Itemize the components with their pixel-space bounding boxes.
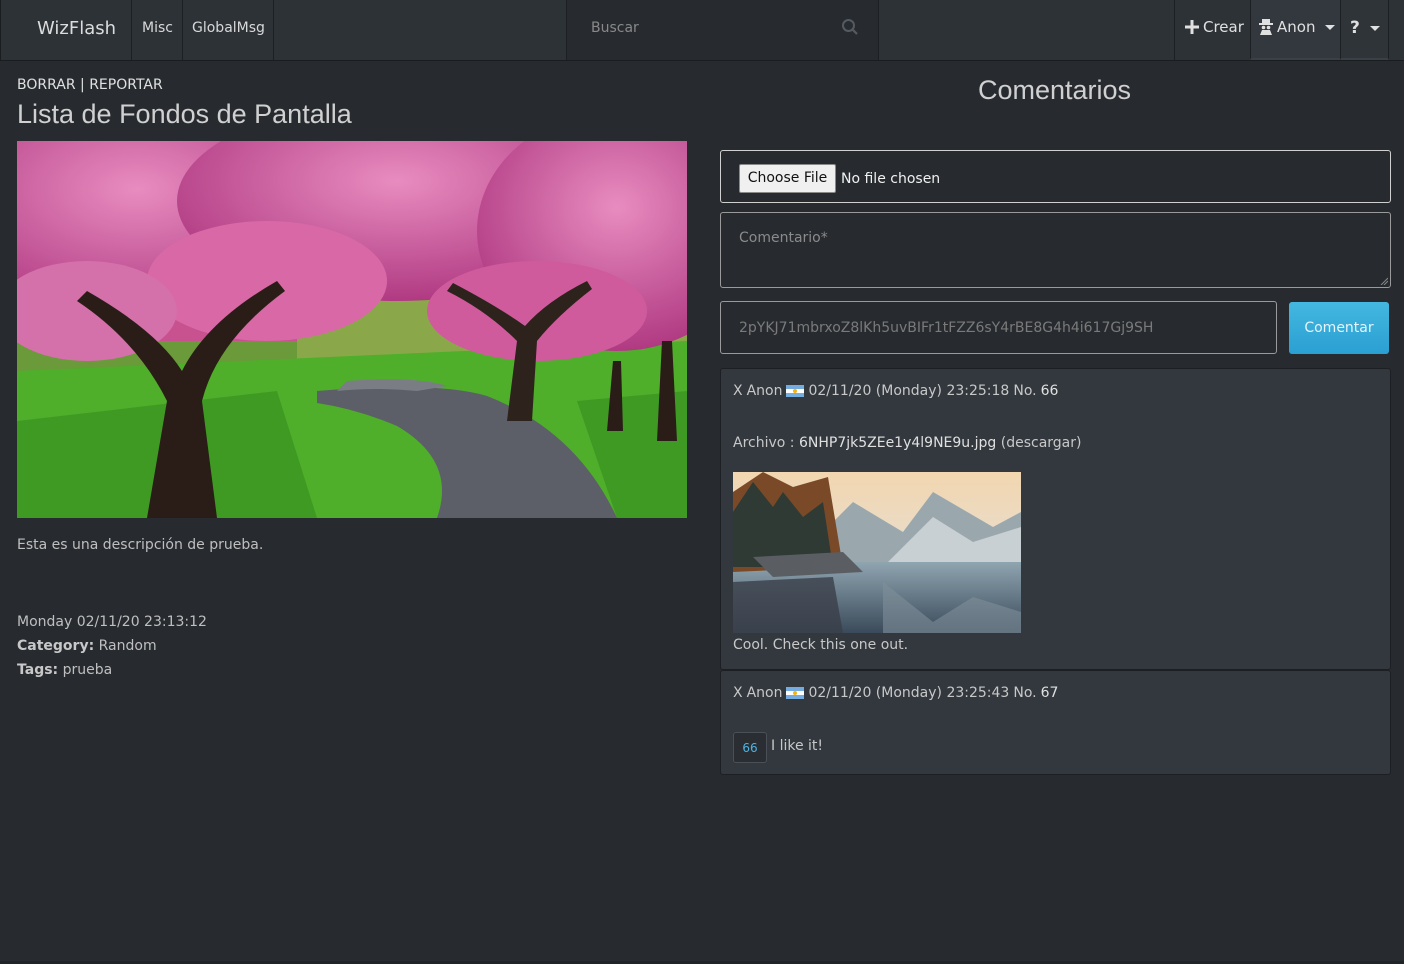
nav-link-misc[interactable]: Misc [142, 20, 173, 36]
cherry-blossom-image [17, 141, 687, 518]
delete-link[interactable]: BORRAR [17, 77, 76, 93]
file-status-label: No file chosen [841, 171, 941, 187]
comment-card: X Anon 02/11/20 (Monday) 23:25:43 No. 67… [720, 670, 1391, 775]
comment-placeholder: Comentario* [739, 230, 828, 246]
comment-datetime: 02/11/20 (Monday) 23:25:43 [808, 685, 1010, 701]
choose-file-button[interactable]: Choose File [739, 164, 836, 193]
nav-divider [182, 0, 183, 60]
download-link[interactable]: (descargar) [1001, 435, 1082, 451]
archivo-label: Archivo : [733, 435, 795, 451]
nav-divider [131, 0, 132, 60]
chevron-down-icon [1325, 24, 1336, 30]
tags-label: Tags: [17, 662, 59, 678]
category-value[interactable]: Random [99, 638, 157, 654]
comment-no-label: No. [1013, 685, 1037, 701]
brand-logo[interactable]: WizFlash [37, 18, 116, 39]
resize-handle-icon[interactable] [1380, 277, 1388, 285]
post-image[interactable] [17, 141, 687, 518]
comment-textarea[interactable]: Comentario* [720, 212, 1391, 288]
post-tags: Tags: prueba [17, 662, 112, 678]
comment-card: X Anon 02/11/20 (Monday) 23:25:18 No. 66… [720, 368, 1391, 670]
post-category: Category: Random [17, 638, 157, 654]
post-date: Monday 02/11/20 23:13:12 [17, 614, 207, 630]
reply-reference-link[interactable]: 66 [733, 732, 767, 763]
crear-label: Crear [1203, 18, 1244, 36]
comment-author: Anon [746, 685, 783, 701]
user-label: Anon [1277, 18, 1316, 36]
tag-value[interactable]: prueba [63, 662, 113, 678]
comment-header: X Anon 02/11/20 (Monday) 23:25:18 No. 66 [733, 383, 1058, 399]
nav-divider [273, 0, 274, 60]
attachment-thumbnail[interactable] [733, 472, 1021, 633]
argentina-flag-icon [786, 687, 805, 699]
search-bar[interactable]: Buscar [566, 0, 879, 60]
comments-title: Comentarios [978, 75, 1132, 105]
comment-author: Anon [746, 383, 783, 399]
mountain-lake-image [733, 472, 1021, 633]
comment-number[interactable]: 67 [1041, 685, 1059, 701]
token-value: 2pYKJ71mbrxoZ8lKh5uvBIFr1tFZZ6sY4rBE8G4h… [739, 320, 1154, 336]
comment-text: Cool. Check this one out. [733, 637, 909, 653]
post-title: Lista de Fondos de Pantalla [17, 99, 352, 129]
hide-comment-button[interactable]: X [733, 383, 743, 399]
file-upload-field: Choose File No file chosen [720, 150, 1391, 203]
report-link[interactable]: REPORTAR [89, 77, 163, 93]
category-label: Category: [17, 638, 95, 654]
argentina-flag-icon [786, 385, 805, 397]
top-navbar: WizFlash Misc GlobalMsg Buscar Crear Ano… [0, 0, 1404, 61]
nav-link-globalmsg[interactable]: GlobalMsg [192, 20, 265, 36]
comment-attachment: Archivo : 6NHP7jk5ZEe1y4l9NE9u.jpg (desc… [733, 435, 1081, 451]
chevron-down-icon [1369, 25, 1380, 31]
post-description: Esta es una descripción de prueba. [17, 537, 264, 553]
comment-datetime: 02/11/20 (Monday) 23:25:18 [808, 383, 1010, 399]
question-icon: ? [1350, 18, 1360, 38]
search-icon[interactable] [841, 18, 859, 36]
hide-comment-button[interactable]: X [733, 685, 743, 701]
comment-number[interactable]: 66 [1041, 383, 1059, 399]
submit-comment-button[interactable]: Comentar [1289, 302, 1389, 354]
actions-separator: | [75, 77, 90, 93]
comment-header: X Anon 02/11/20 (Monday) 23:25:43 No. 67 [733, 685, 1058, 701]
help-menu-button[interactable]: ? [1340, 0, 1389, 60]
comment-text: I like it! [771, 738, 824, 754]
search-input[interactable]: Buscar [591, 20, 639, 36]
user-menu-button[interactable]: Anon [1250, 0, 1340, 60]
post-actions: BORRAR | REPORTAR [17, 77, 163, 93]
attachment-filename[interactable]: 6NHP7jk5ZEe1y4l9NE9u.jpg [799, 435, 996, 451]
plus-icon [1185, 20, 1199, 34]
captcha-token-input[interactable]: 2pYKJ71mbrxoZ8lKh5uvBIFr1tFZZ6sY4rBE8G4h… [720, 301, 1277, 354]
user-secret-icon [1259, 19, 1273, 35]
comment-no-label: No. [1013, 383, 1037, 399]
crear-button[interactable]: Crear [1174, 0, 1250, 60]
